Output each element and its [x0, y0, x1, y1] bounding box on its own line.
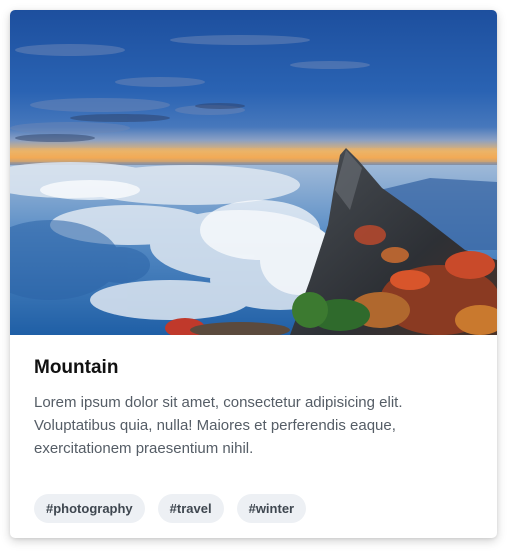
card-description: Lorem ipsum dolor sit amet, consectetur …	[34, 394, 403, 457]
tag-travel[interactable]: #travel	[157, 494, 224, 523]
card: Mountain Lorem ipsum dolor sit amet, con…	[10, 10, 497, 538]
card-body: Mountain Lorem ipsum dolor sit amet, con…	[34, 355, 474, 460]
card-image	[10, 10, 497, 335]
tag-winter[interactable]: #winter	[236, 494, 307, 523]
tag-photography[interactable]: #photography	[34, 494, 145, 523]
card-title: Mountain	[34, 357, 119, 378]
tag-list: #photography #travel #winter	[34, 494, 307, 523]
